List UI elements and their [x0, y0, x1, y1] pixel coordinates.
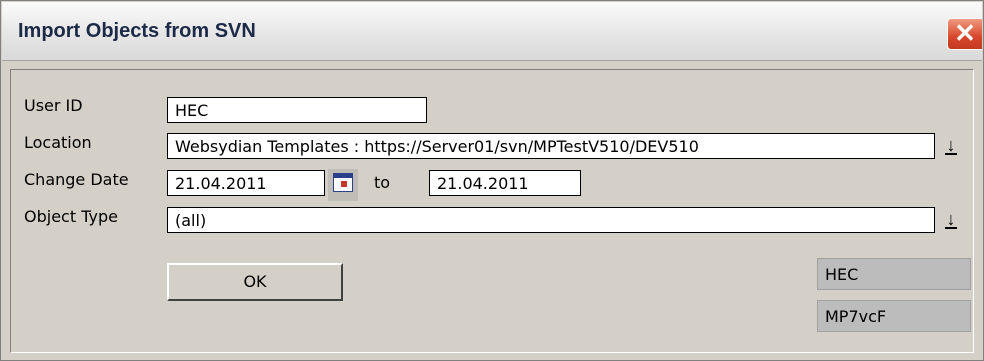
user-id-field[interactable]: HEC: [167, 97, 427, 123]
dropdown-arrow-icon: ↓: [946, 209, 956, 229]
close-button[interactable]: ✕: [947, 18, 982, 50]
object-type-select[interactable]: (all): [167, 207, 935, 233]
user-id-label: User ID: [24, 96, 83, 115]
dropdown-arrow-icon: ↓: [946, 135, 956, 155]
change-date-to-field[interactable]: 21.04.2011: [429, 170, 581, 196]
date-to-label: to: [374, 173, 391, 192]
change-date-label: Change Date: [24, 170, 129, 189]
status-code: MP7vcF: [817, 300, 971, 332]
location-label: Location: [24, 133, 92, 152]
calendar-icon: [333, 173, 353, 192]
calendar-button[interactable]: [328, 169, 358, 201]
dialog-window: Import Objects from SVN ✕ User ID HEC Lo…: [0, 0, 984, 361]
title-bar[interactable]: Import Objects from SVN ✕: [2, 2, 982, 61]
object-type-dropdown-button[interactable]: ↓: [941, 207, 961, 231]
location-select[interactable]: Websydian Templates : https://Server01/s…: [167, 133, 935, 159]
location-dropdown-button[interactable]: ↓: [941, 133, 961, 157]
object-type-label: Object Type: [24, 207, 118, 226]
ok-button[interactable]: OK: [167, 263, 343, 301]
close-icon: ✕: [954, 18, 976, 48]
status-user: HEC: [817, 258, 971, 290]
window-title: Import Objects from SVN: [18, 20, 256, 42]
change-date-from-field[interactable]: 21.04.2011: [167, 170, 325, 196]
